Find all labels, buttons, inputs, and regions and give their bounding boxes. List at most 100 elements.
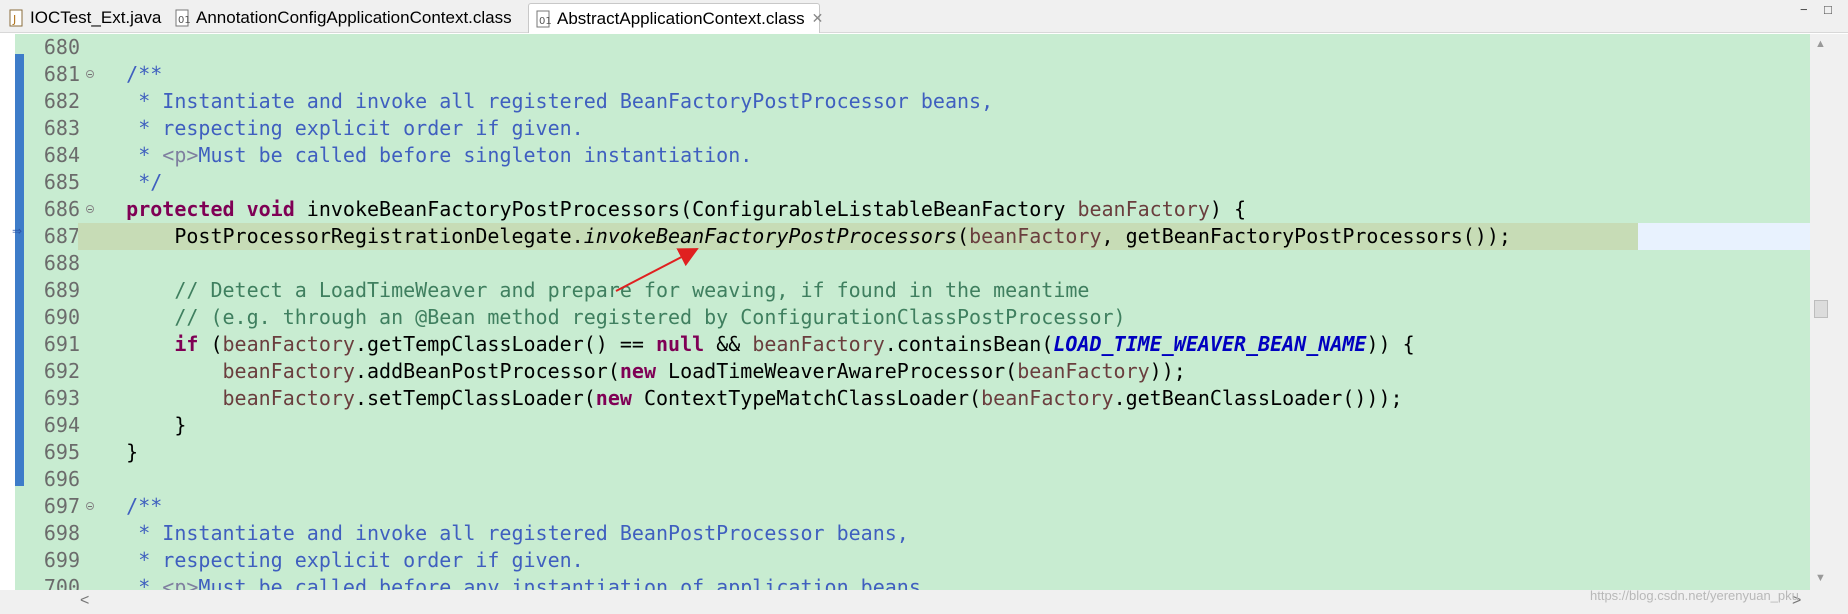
code-text: * respecting explicit order if given. <box>78 116 584 140</box>
line-number: 688 <box>43 251 80 275</box>
code-token: * Instantiate and invoke all registered … <box>78 89 994 113</box>
tab-abstract-application-context[interactable]: 01 AbstractApplicationContext.class ✕ <box>528 3 823 33</box>
code-line[interactable]: */ <box>78 169 1810 196</box>
line-number: 689 <box>43 278 80 302</box>
line-number: 690 <box>43 305 80 329</box>
current-instruction-icon: ⇒ <box>12 224 23 238</box>
code-token: && <box>704 332 753 356</box>
line-number: 687 <box>43 224 80 248</box>
horizontal-scrollbar[interactable]: < > <box>0 590 1848 614</box>
line-number: 699 <box>43 548 80 572</box>
tab-label: IOCTest_Ext.java <box>30 8 162 27</box>
code-token: .getBeanClassLoader())); <box>1113 386 1403 410</box>
code-line[interactable]: } <box>78 412 1810 439</box>
line-number: 692 <box>43 359 80 383</box>
code-token: beanFactory <box>969 224 1102 248</box>
code-text: * <p>Must be called before any instantia… <box>78 575 933 590</box>
watermark: https://blog.csdn.net/yerenyuan_pku <box>1590 588 1799 603</box>
code-token: )) { <box>1366 332 1415 356</box>
code-token: } <box>78 440 139 464</box>
current-code-line[interactable]: PostProcessorRegistrationDelegate.invoke… <box>78 223 1810 250</box>
code-line[interactable]: * respecting explicit order if given. <box>78 547 1810 574</box>
code-text: // (e.g. through an @Bean method registe… <box>78 305 1126 329</box>
code-text: * Instantiate and invoke all registered … <box>78 521 909 545</box>
code-text: */ <box>78 170 162 194</box>
line-number: 694 <box>43 413 80 437</box>
svg-text:J: J <box>12 13 16 26</box>
code-token: beanFactory <box>222 332 355 356</box>
code-line[interactable]: * respecting explicit order if given. <box>78 115 1810 142</box>
line-number: 686 <box>43 197 80 221</box>
code-line[interactable]: * Instantiate and invoke all registered … <box>78 520 1810 547</box>
minimize-icon[interactable]: − <box>1800 2 1808 17</box>
code-token: beanFactory <box>1077 197 1210 221</box>
code-token: )); <box>1149 359 1186 383</box>
code-line[interactable]: * <p>Must be called before any instantia… <box>78 574 1810 590</box>
code-text: * Instantiate and invoke all registered … <box>78 89 993 113</box>
code-line[interactable]: } <box>78 439 1810 466</box>
code-line[interactable]: // (e.g. through an @Bean method registe… <box>78 304 1810 331</box>
code-token: Must be called before singleton instanti… <box>198 143 753 167</box>
code-text: /** <box>78 62 162 86</box>
code-token: beanFactory <box>222 359 355 383</box>
code-text: if (beanFactory.getTempClassLoader() == … <box>78 332 1415 356</box>
code-line[interactable]: // Detect a LoadTimeWeaver and prepare f… <box>78 277 1810 304</box>
scroll-up-icon[interactable]: ▲ <box>1815 38 1826 50</box>
code-line[interactable]: * Instantiate and invoke all registered … <box>78 88 1810 115</box>
line-number: 696 <box>43 467 80 491</box>
line-number: 691 <box>43 332 80 356</box>
code-text: * <p>Must be called before singleton ins… <box>78 143 752 167</box>
code-token: ( <box>198 332 223 356</box>
close-icon[interactable]: ✕ <box>812 10 824 27</box>
code-token: * respecting explicit order if given. <box>78 116 584 140</box>
editor-tab-bar: J IOCTest_Ext.java 01 AnnotationConfigAp… <box>0 0 1848 33</box>
code-line[interactable]: protected void invokeBeanFactoryPostProc… <box>78 196 1810 223</box>
svg-text:01: 01 <box>539 16 552 27</box>
code-line[interactable] <box>78 466 1810 493</box>
code-text: * respecting explicit order if given. <box>78 548 584 572</box>
quick-diff-ruler <box>15 54 24 486</box>
code-token: * <box>78 143 163 167</box>
code-line[interactable]: beanFactory.addBeanPostProcessor(new Loa… <box>78 358 1810 385</box>
code-text: protected void invokeBeanFactoryPostProc… <box>78 197 1246 221</box>
code-token: // Detect a LoadTimeWeaver and prepare f… <box>78 278 1090 302</box>
code-token: <p> <box>162 575 199 590</box>
line-number: 682 <box>43 89 80 113</box>
line-number: 685 <box>43 170 80 194</box>
code-line[interactable]: /** <box>78 493 1810 520</box>
tab-annotation-config-application-context[interactable]: 01 AnnotationConfigApplicationContext.cl… <box>168 3 528 33</box>
code-token: .containsBean( <box>884 332 1054 356</box>
svg-text:01: 01 <box>178 15 191 26</box>
code-token: * respecting explicit order if given. <box>78 548 584 572</box>
scroll-left-icon[interactable]: < <box>80 592 89 610</box>
code-line[interactable] <box>78 34 1810 61</box>
code-token: // (e.g. through an @Bean method registe… <box>78 305 1126 329</box>
tab-label: AnnotationConfigApplicationContext.class <box>196 8 512 27</box>
scroll-down-icon[interactable]: ▼ <box>1815 572 1826 584</box>
code-token: void <box>246 197 295 221</box>
maximize-icon[interactable]: □ <box>1824 2 1832 17</box>
tab-ioctest-ext[interactable]: J IOCTest_Ext.java <box>2 3 162 33</box>
code-token: Must be called before any instantiation … <box>198 575 933 590</box>
code-token: null <box>656 332 705 356</box>
scrollbar-thumb[interactable] <box>1814 300 1828 318</box>
code-line[interactable]: beanFactory.setTempClassLoader(new Conte… <box>78 385 1810 412</box>
code-text: // Detect a LoadTimeWeaver and prepare f… <box>78 278 1089 302</box>
code-token: invokeBeanFactoryPostProcessors <box>583 224 958 248</box>
code-line[interactable]: if (beanFactory.getTempClassLoader() == … <box>78 331 1810 358</box>
code-token: */ <box>78 170 163 194</box>
line-number: 681 <box>43 62 80 86</box>
code-token: /** <box>78 62 163 86</box>
code-token: beanFactory <box>222 386 355 410</box>
code-text: /** <box>78 494 162 518</box>
vertical-scrollbar[interactable]: ▲ ▼ <box>1810 34 1848 590</box>
line-number: 683 <box>43 116 80 140</box>
code-token: LOAD_TIME_WEAVER_BEAN_NAME <box>1053 332 1367 356</box>
code-line[interactable]: /** <box>78 61 1810 88</box>
code-line[interactable] <box>78 250 1810 277</box>
code-text: } <box>78 440 138 464</box>
code-line[interactable]: * <p>Must be called before singleton ins… <box>78 142 1810 169</box>
line-number: 697 <box>43 494 80 518</box>
code-editor[interactable]: ⇒ 680 681 682 683 684 685 686 687 688 689 690 691 69… <box>12 34 1810 590</box>
